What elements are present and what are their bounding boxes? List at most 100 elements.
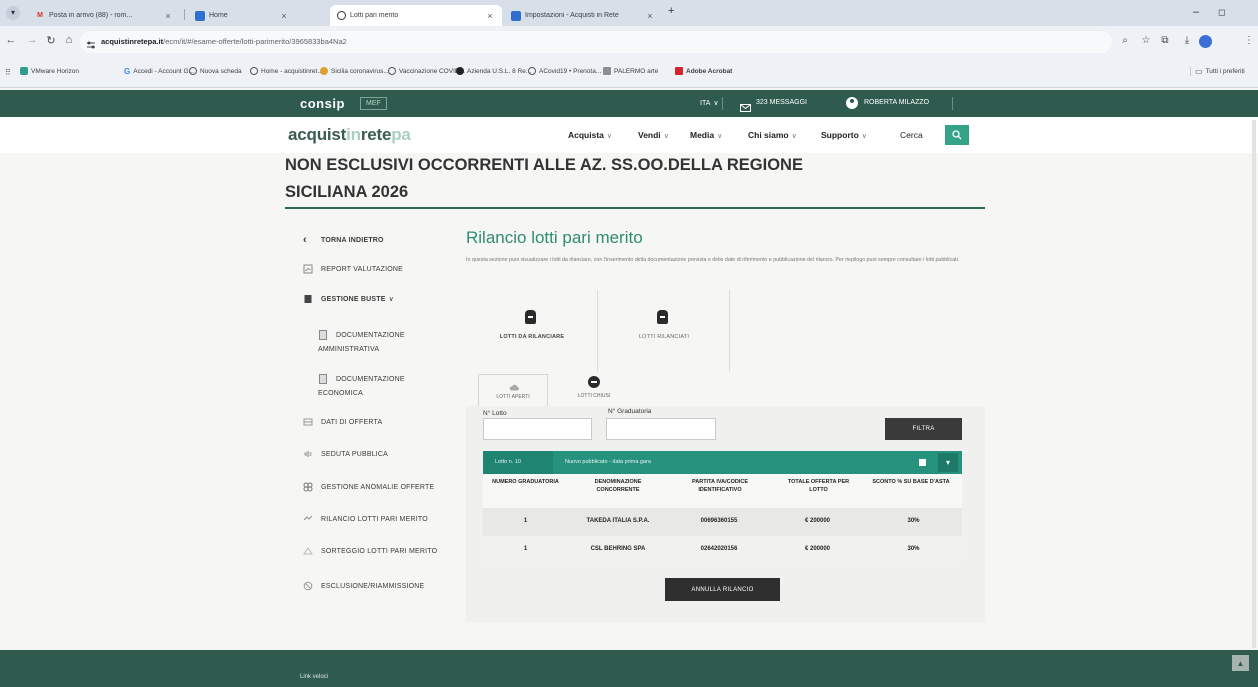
language-select[interactable]: ITA ∨ [700,99,719,107]
tab-label: LOTTI CHIUSI [577,393,611,399]
sidebar-item-gestione-anomalie-offerte[interactable]: GESTIONE ANOMALIE OFFERTE [303,481,453,495]
sidebar-item-esclusione-riammissione[interactable]: ESCLUSIONE/RIAMMISSIONE [303,580,453,594]
back-icon[interactable]: ← [4,34,18,46]
extensions-icon[interactable]: ⧉ [1158,35,1172,46]
nav-chi-siamo[interactable]: Chi siamo ∨ [748,130,797,140]
minimize-icon[interactable]: – [1193,6,1199,18]
relaunch-icon [303,514,313,524]
close-icon[interactable]: × [485,11,495,21]
bookmark-star-icon[interactable]: ☆ [1139,35,1153,46]
browser-tab[interactable]: M Posta in arrivo (88) - rom... × [28,5,180,26]
all-bookmarks-button[interactable]: ▭ Tutti i preferiti [1190,67,1245,76]
tab-title: Impostazioni - Acquisti in Rete [525,12,619,19]
bookmark-label: Home - acquistinret... [261,67,323,75]
close-icon[interactable]: × [163,11,173,21]
close-icon[interactable]: × [645,11,655,21]
acquistinretepa-logo[interactable]: acquistinretepa [288,125,411,145]
anomaly-icon [303,482,313,492]
consip-logo[interactable]: consip [300,96,345,111]
card-lotti-rilanciati[interactable]: LOTTI RILANCIATI [598,290,730,372]
draw-icon [303,546,313,556]
nav-supporto[interactable]: Supporto ∨ [821,130,867,140]
sidebar-item-documentazione-amministrativa[interactable]: DOCUMENTAZIONE AMMINISTRATIVA [318,329,430,357]
status-circle-icon [588,376,600,388]
divider [722,97,723,110]
col-partita-iva: PARTITA IVA/CODICE IDENTIFICATIVO [691,479,749,493]
bookmark-item[interactable]: VMware Horizon [20,67,79,75]
google-icon: G [124,67,131,76]
bookmark-item[interactable]: Home - acquistinret... [250,67,323,75]
nav-acquista[interactable]: Acquista ∨ [568,130,612,140]
table-row[interactable]: 1 TAKEDA ITALIA S.P.A. 00696360155 € 200… [483,508,962,536]
zoom-icon[interactable]: ⌕ [1118,35,1132,46]
nav-vendi[interactable]: Vendi ∨ [638,130,669,140]
sidebar-item-gestione-buste[interactable]: GESTIONE BUSTE ∨ [303,293,453,307]
tab-search-icon[interactable]: ▾ [6,6,20,20]
megaphone-icon [303,449,313,459]
sidebar-item-seduta-pubblica[interactable]: SEDUTA PUBBLICA [303,448,453,462]
table-row[interactable]: 1 CSL BEHRING SPA 02642020156 € 200000 3… [483,536,962,564]
browser-tab[interactable]: Home × [188,5,296,26]
nav-media[interactable]: Media ∨ [690,130,722,140]
card-lotti-da-rilanciare[interactable]: LOTTI DA RILANCIARE [466,290,598,372]
filtra-button[interactable]: FILTRA [885,418,962,440]
messages-link[interactable]: 323 MESSAGGI [756,99,807,106]
nav-label: Acquista [568,130,604,140]
acrobat-icon [675,67,683,75]
site-info-icon[interactable] [86,37,96,55]
browser-tab[interactable]: Impostazioni - Acquisti in Rete × [504,5,662,26]
select-all-checkbox[interactable] [919,459,926,466]
sidebar-item-sorteggio-lotti-pari-merito[interactable]: SORTEGGIO LOTTI PARI MERITO [303,545,453,559]
tab-lotti-aperti[interactable]: LOTTI APERTI [478,374,548,406]
sidebar-item-dati-di-offerta[interactable]: DATI DI OFFERTA [303,416,453,430]
search-label[interactable]: Cerca [900,130,923,140]
sidebar-item-rilancio-lotti-pari-merito[interactable]: RILANCIO LOTTI PARI MERITO [303,513,453,527]
maximize-icon[interactable]: ◻ [1218,7,1225,18]
reload-icon[interactable]: ↻ [44,34,58,47]
menu-icon[interactable]: ⋮ [1242,35,1256,46]
sidebar-item-report-valutazione[interactable]: REPORT VALUTAZIONE [303,263,453,277]
annulla-rilancio-button[interactable]: ANNULLA RILANCIO [665,578,780,601]
bookmark-item[interactable]: Sicilia coronavirus... [320,67,389,75]
browser-tab-active[interactable]: Lotti pari merito × [330,5,502,26]
col-sconto: SCONTO % SU BASE D'ASTA [872,479,950,485]
scroll-to-top-button[interactable]: ▲ [1232,655,1249,671]
back-link[interactable]: ‹ TORNA INDIETRO [303,233,453,248]
bookmark-item[interactable]: ACovid19 • Prenota... [528,67,601,75]
page-title-line1: NON ESCLUSIVI OCCORRENTI ALLE AZ. SS.OO.… [285,156,803,174]
browser-toolbar: ← → ↻ ⌂ acquistinretepa.it/ecm/it/#/esam… [0,26,1258,58]
col-numero-graduatoria: NUMERO GRADUATORIA [492,479,559,485]
home-icon[interactable]: ⌂ [62,34,76,46]
tab-lotti-chiusi[interactable]: LOTTI CHIUSI [548,374,640,406]
profile-avatar[interactable] [1199,35,1212,48]
url-text[interactable]: acquistinretepa.it/ecm/it/#/esame-offert… [101,37,347,46]
bookmark-item[interactable]: Azienda U.S.L. 8 Re... [456,67,531,75]
col-denominazione: DENOMINAZIONE CONCORRENTE [594,479,642,493]
graduatoria-input[interactable] [606,418,716,440]
forward-icon[interactable]: → [25,34,39,46]
sidebar-item-label: RILANCIO LOTTI PARI MERITO [321,516,428,523]
bookmark-item[interactable]: Nuova scheda [189,67,242,75]
close-icon[interactable]: × [279,11,289,21]
bookmark-item[interactable]: Vaccinazione COVID... [388,67,465,75]
new-tab-icon[interactable]: + [668,5,674,17]
lotto-input[interactable] [483,418,592,440]
page-scrollbar[interactable] [1252,120,1256,648]
document-icon [318,374,328,385]
nav-label: Media [690,130,715,140]
tab-title: Home [209,12,228,19]
bookmark-item[interactable]: PALERMO arte [603,67,658,75]
user-menu[interactable]: ROBERTA MILAZZO [864,99,929,106]
sidebar-item-documentazione-economica[interactable]: DOCUMENTAZIONE ECONOMICA [318,373,430,401]
search-button[interactable] [945,125,969,145]
bookmark-item[interactable]: Adobe Acrobat [675,67,732,75]
sidebar-item-label: DOCUMENTAZIONE AMMINISTRATIVA [318,332,405,353]
globe-icon [528,67,536,75]
bookmark-label: Sicilia coronavirus... [331,67,389,75]
apps-grid-icon[interactable]: ⠿ [5,68,11,77]
chevron-down-icon[interactable]: ▾ [938,453,958,472]
download-icon[interactable]: ⤓ [1180,35,1194,46]
bookmark-item[interactable]: G Accedi - Account G... [124,67,194,76]
cell-sconto: 30% [907,546,920,552]
sidebar-item-label: DOCUMENTAZIONE ECONOMICA [318,376,405,397]
